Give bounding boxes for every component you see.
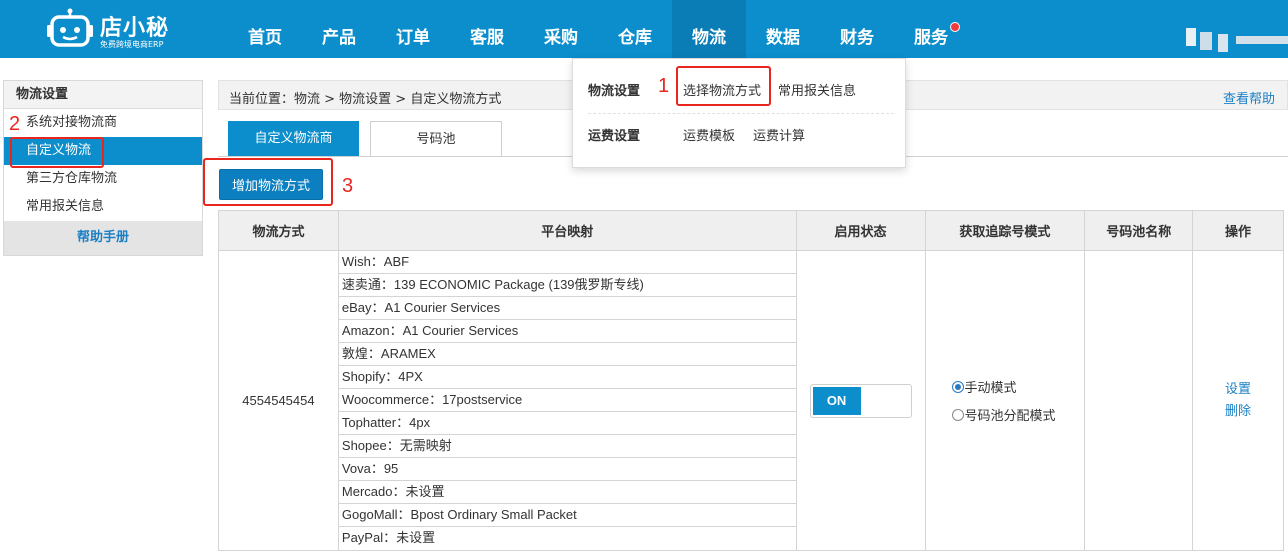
- column-header-actions: 操作: [1192, 210, 1284, 251]
- view-help-link[interactable]: 查看帮助: [1223, 88, 1275, 107]
- dropdown-customs-info[interactable]: 常用报关信息: [778, 80, 856, 99]
- mapping-paypal: PayPal：未设置: [341, 530, 436, 545]
- nav-logistics[interactable]: 物流: [672, 0, 746, 58]
- mapping-vova: Vova：95: [338, 458, 796, 481]
- user-account-menu[interactable]: [1186, 28, 1288, 52]
- notification-dot: [950, 22, 960, 32]
- nav-services[interactable]: 服务: [894, 0, 968, 58]
- nav-purchasing[interactable]: 采购: [524, 0, 598, 58]
- radio-pool-label: 号码池分配模式: [964, 409, 1056, 424]
- top-navbar: 店小秘 免费跨境电商ERP 首页 产品 订单 客服 采购 仓库 物流 数据 财务…: [0, 0, 1288, 58]
- sidebar: 物流设置 系统对接物流商 自定义物流 第三方仓库物流 常用报关信息 帮助手册: [3, 80, 203, 256]
- main-nav: 首页 产品 订单 客服 采购 仓库 物流 数据 财务 服务: [228, 0, 968, 58]
- radio-manual-mode[interactable]: 手动模式: [951, 377, 1085, 397]
- nav-warehouse[interactable]: 仓库: [598, 0, 672, 58]
- column-header-platform-mapping: 平台映射: [337, 210, 797, 251]
- dropdown-divider: [588, 113, 894, 114]
- dropdown-freight-template[interactable]: 运费模板: [683, 125, 735, 144]
- status-cell: ON: [795, 250, 926, 551]
- tab-number-pool[interactable]: 号码池: [370, 121, 502, 157]
- dropdown-group-freight-settings: 运费设置: [588, 129, 641, 144]
- sidebar-item-custom-logistics[interactable]: 自定义物流: [4, 137, 202, 165]
- table-row: 4554545454 Wish：ABF 速卖通：139 ECONOMIC Pac…: [218, 250, 1284, 551]
- radio-checked-icon[interactable]: [951, 380, 964, 393]
- column-header-status: 启用状态: [795, 210, 926, 251]
- delete-link[interactable]: 删除: [1193, 401, 1283, 423]
- radio-unchecked-icon[interactable]: [951, 408, 964, 421]
- brand-logo[interactable]: 店小秘 免费跨境电商ERP: [46, 6, 186, 52]
- sidebar-title: 物流设置: [4, 81, 202, 109]
- enable-toggle[interactable]: ON: [809, 383, 912, 418]
- nav-products[interactable]: 产品: [302, 0, 376, 58]
- nav-services-label: 服务: [914, 28, 948, 48]
- mapping-ebay: eBay：A1 Courier Services: [338, 297, 796, 320]
- tracking-mode-radio-group: 手动模式 号码池分配模式: [926, 377, 1085, 425]
- annotation-number-1: 1: [658, 75, 670, 97]
- mapping-shopify: Shopify：4PX: [338, 366, 796, 389]
- settings-link[interactable]: 设置: [1193, 379, 1283, 401]
- annotation-number-3: 3: [342, 175, 354, 197]
- robot-logo-icon: [47, 8, 93, 47]
- sidebar-item-customs-info[interactable]: 常用报关信息: [4, 193, 202, 221]
- mapping-shopee: Shopee：无需映射: [338, 435, 796, 458]
- platform-mapping-cell: Wish：ABF 速卖通：139 ECONOMIC Package (139俄罗…: [337, 250, 797, 551]
- nav-finance[interactable]: 财务: [820, 0, 894, 58]
- mapping-woocommerce: Woocommerce：17postservice: [338, 389, 796, 412]
- shipping-methods-table: 物流方式 平台映射 启用状态 获取追踪号模式 号码池名称 操作 45545454…: [218, 210, 1284, 551]
- table-header-row: 物流方式 平台映射 启用状态 获取追踪号模式 号码池名称 操作: [218, 210, 1284, 251]
- column-header-tracking-mode: 获取追踪号模式: [924, 210, 1086, 251]
- column-header-method: 物流方式: [218, 210, 339, 251]
- help-manual-link[interactable]: 帮助手册: [4, 221, 202, 255]
- mapping-tophatter: Tophatter：4px: [338, 412, 796, 435]
- mapping-amazon: Amazon：A1 Courier Services: [338, 320, 796, 343]
- mapping-aliexpress: 速卖通：139 ECONOMIC Package (139俄罗斯专线): [338, 274, 796, 297]
- method-name-cell: 4554545454: [218, 250, 339, 551]
- toggle-on-label: ON: [812, 386, 861, 415]
- nav-orders[interactable]: 订单: [376, 0, 450, 58]
- actions-cell: 设置 删除: [1192, 250, 1284, 551]
- sidebar-item-system-carriers[interactable]: 系统对接物流商: [4, 109, 202, 137]
- logistics-dropdown-menu: 物流设置 选择物流方式 常用报关信息 运费设置 运费模板 运费计算: [572, 58, 906, 168]
- nav-data[interactable]: 数据: [746, 0, 820, 58]
- tab-custom-carrier[interactable]: 自定义物流商: [228, 121, 359, 157]
- mapping-mercado: Mercado：未设置: [338, 481, 796, 504]
- breadcrumb: 当前位置：物流 > 物流设置 > 自定义物流方式: [229, 92, 502, 107]
- nav-customer-service[interactable]: 客服: [450, 0, 524, 58]
- column-header-pool-name: 号码池名称: [1084, 210, 1194, 251]
- sidebar-item-third-party-warehouse[interactable]: 第三方仓库物流: [4, 165, 202, 193]
- dropdown-select-shipping-method[interactable]: 选择物流方式: [683, 80, 761, 99]
- brand-name: 店小秘: [100, 16, 170, 41]
- add-shipping-method-button[interactable]: 增加物流方式: [219, 169, 323, 200]
- radio-pool-mode[interactable]: 号码池分配模式: [951, 405, 1085, 425]
- brand-slogan: 免费跨境电商ERP: [100, 40, 164, 49]
- tracking-mode-cell: 手动模式 号码池分配模式: [924, 250, 1086, 551]
- mapping-wish: Wish：ABF: [338, 251, 796, 274]
- nav-home[interactable]: 首页: [228, 0, 302, 58]
- pool-name-cell: [1084, 250, 1194, 551]
- dropdown-group-logistics-settings: 物流设置: [588, 84, 641, 99]
- radio-manual-label: 手动模式: [964, 381, 1017, 396]
- mapping-dhgate: 敦煌：ARAMEX: [338, 343, 796, 366]
- mapping-gogomall: GogoMall：Bpost Ordinary Small Packet: [338, 504, 796, 527]
- annotation-number-2: 2: [9, 113, 21, 135]
- dropdown-freight-calculator[interactable]: 运费计算: [753, 125, 805, 144]
